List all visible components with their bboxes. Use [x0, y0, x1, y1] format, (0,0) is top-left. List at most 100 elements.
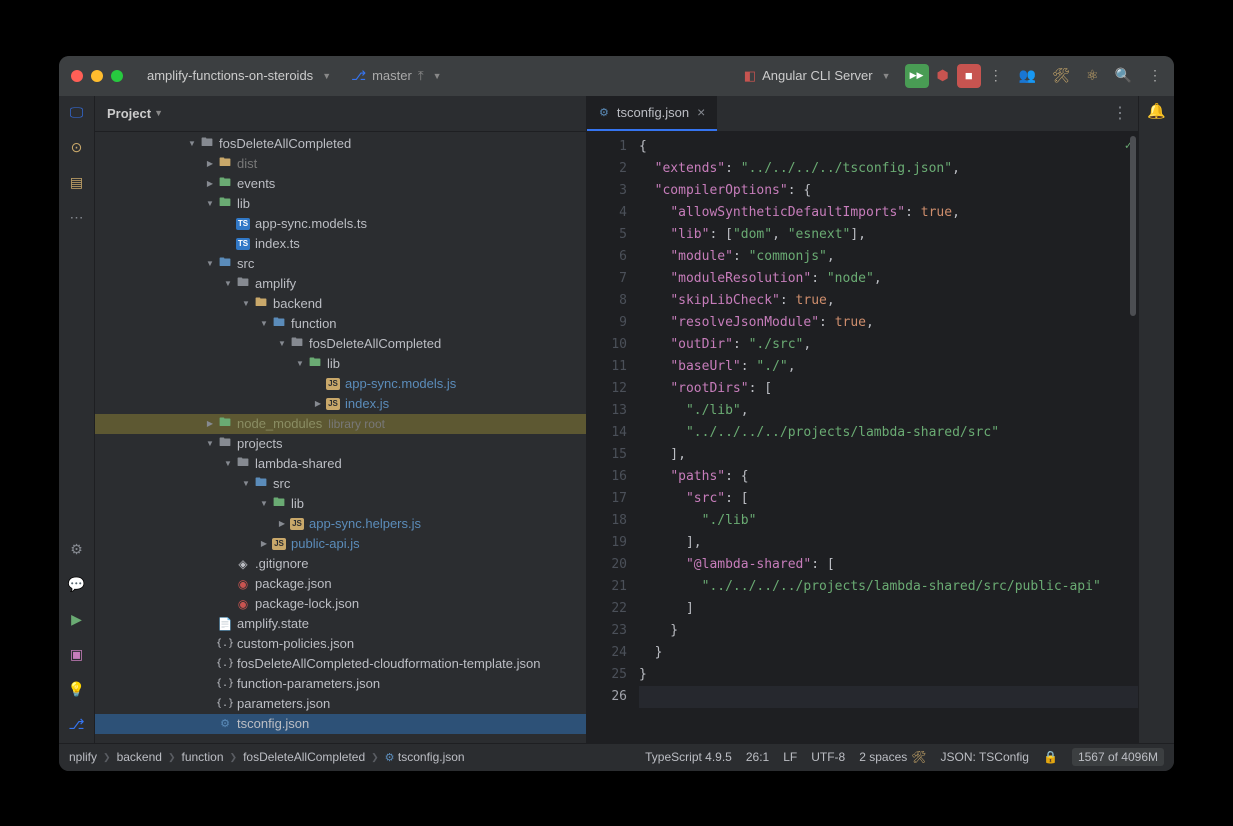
tree-row[interactable]: {.}parameters.json	[95, 694, 586, 714]
more-tool-icon[interactable]: ⋯	[70, 209, 84, 226]
settings-icon[interactable]: ⚙	[70, 541, 83, 558]
tree-row[interactable]: ⚙tsconfig.json	[95, 714, 586, 734]
tree-row[interactable]: TSapp-sync.models.ts	[95, 214, 586, 234]
tree-row[interactable]: ▼🖿src	[95, 474, 586, 494]
breadcrumbs[interactable]: nplify❯backend❯function❯fosDeleteAllComp…	[69, 750, 465, 764]
tree-row[interactable]: ◉package-lock.json	[95, 594, 586, 614]
notifications-icon[interactable]: 🔔	[1147, 102, 1166, 120]
file-tree[interactable]: ▼🖿fosDeleteAllCompleted▶🖿dist▶🖿events▼🖿l…	[95, 132, 586, 743]
push-icon: ⤒	[418, 68, 424, 84]
chat-icon[interactable]: 💬	[68, 576, 85, 593]
run-config-name: Angular CLI Server	[762, 68, 873, 83]
editor-scrollbar[interactable]	[1130, 136, 1136, 316]
tree-row[interactable]: ▼🖿lib	[95, 494, 586, 514]
zoom-window[interactable]	[111, 70, 123, 82]
search-icon[interactable]: 🔍	[1115, 67, 1132, 84]
tab-tsconfig[interactable]: ⚙ tsconfig.json ×	[587, 96, 717, 131]
status-lock-icon[interactable]: 🔒	[1043, 750, 1058, 764]
project-selector[interactable]: amplify-functions-on-steroids ▼	[147, 68, 331, 83]
tab-menu-icon[interactable]: ⋮	[1102, 96, 1138, 131]
status-caret[interactable]: 26:1	[746, 750, 769, 764]
project-name: amplify-functions-on-steroids	[147, 68, 313, 83]
chevron-down-icon: ▼	[433, 71, 442, 81]
tree-row[interactable]: ▶🖿dist	[95, 154, 586, 174]
editor[interactable]: 1234567891011121314151617181920212223242…	[587, 132, 1138, 743]
branch-icon: ⎇	[351, 68, 366, 84]
tools-icon[interactable]: 🛠	[1052, 67, 1070, 84]
tree-row[interactable]: 📄amplify.state	[95, 614, 586, 634]
tree-row[interactable]: ▶JSapp-sync.helpers.js	[95, 514, 586, 534]
tree-row[interactable]: ▼🖿lambda-shared	[95, 454, 586, 474]
close-tab-icon[interactable]: ×	[697, 104, 705, 120]
left-tool-gutter: 🖵 ⊙ ▤ ⋯ ⚙ 💬 ▶ ▣ 💡 ⎇	[59, 96, 95, 743]
structure-tool-icon[interactable]: ▤	[70, 174, 83, 191]
editor-tabs: ⚙ tsconfig.json × ⋮	[587, 96, 1138, 132]
statusbar: nplify❯backend❯function❯fosDeleteAllComp…	[59, 743, 1174, 771]
chevron-down-icon: ▼	[154, 108, 163, 118]
window-controls[interactable]	[71, 70, 123, 82]
breadcrumb-item[interactable]: nplify	[69, 750, 97, 764]
breadcrumb-item[interactable]: fosDeleteAllCompleted	[243, 750, 365, 764]
body: 🖵 ⊙ ▤ ⋯ ⚙ 💬 ▶ ▣ 💡 ⎇ Project ▼ ▼🖿fosDelet…	[59, 96, 1174, 743]
breadcrumb-item[interactable]: function	[181, 750, 223, 764]
tree-row[interactable]: ▼🖿function	[95, 314, 586, 334]
tree-row[interactable]: ◈.gitignore	[95, 554, 586, 574]
tree-row[interactable]: ▼🖿src	[95, 254, 586, 274]
status-indent[interactable]: 2 spaces🛠	[859, 750, 926, 764]
chevron-down-icon: ▼	[882, 71, 891, 81]
stop-button[interactable]: ■	[957, 64, 981, 88]
status-memory[interactable]: 1567 of 4096M	[1072, 748, 1164, 766]
tree-row[interactable]: ◉package.json	[95, 574, 586, 594]
status-schema[interactable]: JSON: TSConfig	[941, 750, 1029, 764]
more-icon[interactable]: ⋮	[989, 67, 1003, 84]
tree-row[interactable]: {.}function-parameters.json	[95, 674, 586, 694]
sidebar-title: Project	[107, 106, 151, 121]
debug-icon[interactable]: ⬢	[937, 67, 949, 84]
settings-menu-icon[interactable]: ⋮	[1148, 67, 1162, 84]
git-tool-icon[interactable]: ⎇	[68, 716, 84, 733]
tree-row[interactable]: ▼🖿fosDeleteAllCompleted	[95, 134, 586, 154]
tree-row[interactable]: ▼🖿fosDeleteAllCompleted	[95, 334, 586, 354]
line-numbers: 1234567891011121314151617181920212223242…	[587, 132, 635, 743]
tree-row[interactable]: ▼🖿backend	[95, 294, 586, 314]
code-content[interactable]: { "extends": "../../../../tsconfig.json"…	[635, 132, 1138, 743]
status-eol[interactable]: LF	[783, 750, 797, 764]
commit-tool-icon[interactable]: ⊙	[71, 139, 83, 156]
tree-row[interactable]: TSindex.ts	[95, 234, 586, 254]
minimize-window[interactable]	[91, 70, 103, 82]
run-config-selector[interactable]: ◧ Angular CLI Server ▼	[744, 68, 891, 84]
problems-icon[interactable]: 💡	[68, 681, 85, 698]
tree-row[interactable]: ▶🖿node_moduleslibrary root	[95, 414, 586, 434]
status-encoding[interactable]: UTF-8	[811, 750, 845, 764]
breadcrumb-item[interactable]: ⚙ tsconfig.json	[385, 750, 465, 764]
tree-row[interactable]: {.}fosDeleteAllCompleted-cloudformation-…	[95, 654, 586, 674]
gear-icon: ⚙	[599, 106, 609, 119]
run-config-icon: ◧	[744, 68, 756, 84]
git-branch[interactable]: ⎇ master ⤒ ▼	[351, 68, 441, 84]
tree-row[interactable]: JSapp-sync.models.js	[95, 374, 586, 394]
titlebar: amplify-functions-on-steroids ▼ ⎇ master…	[59, 56, 1174, 96]
tree-row[interactable]: {.}custom-policies.json	[95, 634, 586, 654]
tree-row[interactable]: ▼🖿lib	[95, 194, 586, 214]
tree-row[interactable]: ▶JSpublic-api.js	[95, 534, 586, 554]
close-window[interactable]	[71, 70, 83, 82]
atom-icon[interactable]: ⚛	[1086, 67, 1099, 84]
project-tool-icon[interactable]: 🖵	[70, 104, 84, 121]
run-button[interactable]: ▶▶	[905, 64, 929, 88]
ide-window: amplify-functions-on-steroids ▼ ⎇ master…	[59, 56, 1174, 771]
tree-row[interactable]: ▶JSindex.js	[95, 394, 586, 414]
run-tool-icon[interactable]: ▶	[71, 611, 82, 628]
tree-row[interactable]: ▶🖿events	[95, 174, 586, 194]
breadcrumb-item[interactable]: backend	[117, 750, 162, 764]
tree-row[interactable]: ▼🖿projects	[95, 434, 586, 454]
tree-row[interactable]: ▼🖿amplify	[95, 274, 586, 294]
sidebar-header[interactable]: Project ▼	[95, 96, 586, 132]
terminal-icon[interactable]: ▣	[70, 646, 83, 663]
chevron-down-icon: ▼	[322, 71, 331, 81]
tree-row[interactable]: ▼🖿lib	[95, 354, 586, 374]
tab-name: tsconfig.json	[617, 105, 689, 120]
status-typescript[interactable]: TypeScript 4.9.5	[645, 750, 732, 764]
code-with-me-icon[interactable]: 👥	[1019, 67, 1036, 84]
project-sidebar: Project ▼ ▼🖿fosDeleteAllCompleted▶🖿dist▶…	[95, 96, 587, 743]
editor-area: ⚙ tsconfig.json × ⋮ 12345678910111213141…	[587, 96, 1138, 743]
